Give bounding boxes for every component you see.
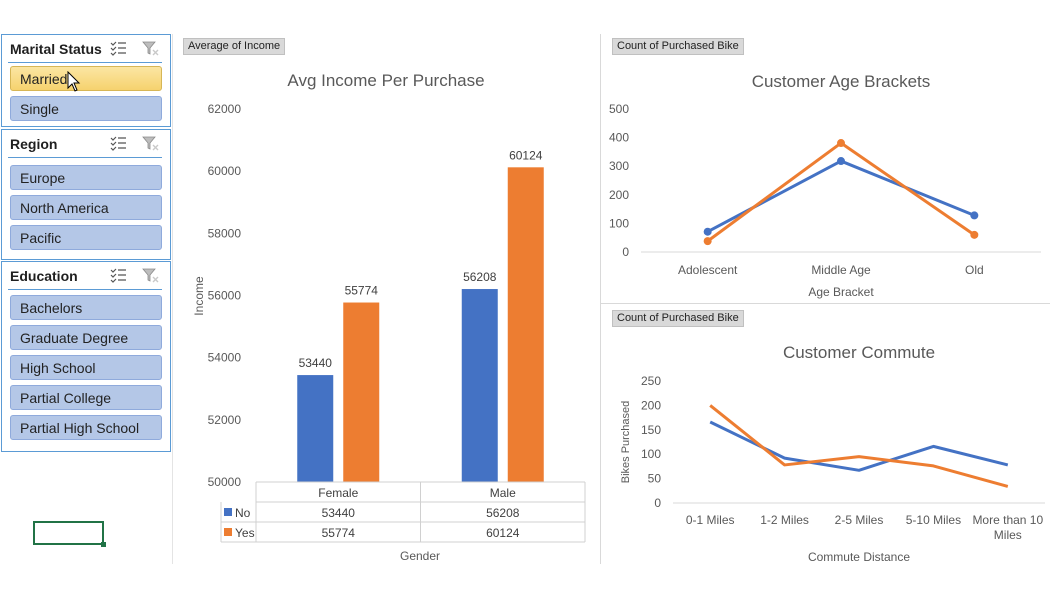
y-tick-label: 0 xyxy=(654,496,661,510)
legend-key xyxy=(224,528,232,536)
series-line-no xyxy=(706,159,975,234)
table-cell: 55774 xyxy=(322,526,356,540)
slicer-header: Education xyxy=(2,262,170,288)
legend-label: No xyxy=(235,506,251,520)
slicer-header: Region xyxy=(2,130,170,156)
slicer-item-graduate-degree[interactable]: Graduate Degree xyxy=(10,325,162,350)
data-point xyxy=(703,227,712,236)
slicer-header: Marital Status xyxy=(2,35,170,61)
y-tick-label: 200 xyxy=(609,188,629,202)
category-label: Female xyxy=(318,486,358,500)
slicer-item-bachelors[interactable]: Bachelors xyxy=(10,295,162,320)
y-tick-label: 100 xyxy=(641,447,661,461)
bar xyxy=(507,167,544,483)
bar xyxy=(297,375,334,482)
category-label: 2-5 Miles xyxy=(835,513,884,527)
mouse-pointer-icon xyxy=(67,71,81,92)
data-point xyxy=(970,230,979,239)
slicer-item-pacific[interactable]: Pacific xyxy=(10,225,162,250)
slicer-divider xyxy=(8,62,162,63)
table-cell: 53440 xyxy=(322,506,356,520)
category-label: 5-10 Miles xyxy=(906,513,961,527)
slicer-item-high-school[interactable]: High School xyxy=(10,355,162,380)
slicer-divider xyxy=(8,157,162,158)
x-axis-title: Commute Distance xyxy=(808,550,910,564)
y-tick-label: 50 xyxy=(648,472,662,486)
slicer-item-partial-college[interactable]: Partial College xyxy=(10,385,162,410)
clear-filter-icon[interactable] xyxy=(142,135,160,151)
legend-label: Yes xyxy=(235,526,255,540)
x-axis-title: Gender xyxy=(400,549,440,563)
table-cell: 60124 xyxy=(486,526,520,540)
y-tick-label: 200 xyxy=(641,398,661,412)
data-label: 60124 xyxy=(509,148,543,162)
y-tick-label: 56000 xyxy=(208,289,242,303)
clear-filter-icon[interactable] xyxy=(142,267,160,283)
data-label: 55774 xyxy=(345,284,379,298)
bar xyxy=(461,289,498,482)
y-axis-title: Income xyxy=(192,276,206,316)
y-tick-label: 60000 xyxy=(208,164,242,178)
slicer-item-single[interactable]: Single xyxy=(10,96,162,121)
series-line-yes xyxy=(709,404,1009,488)
category-label: Old xyxy=(965,263,984,277)
data-label: 56208 xyxy=(463,270,497,284)
slicer-education: Education Bachelors Graduate Degree High… xyxy=(1,261,171,452)
chart-title: Avg Income Per Purchase xyxy=(287,71,484,90)
y-tick-label: 58000 xyxy=(208,226,242,240)
chart-title: Customer Age Brackets xyxy=(752,72,931,91)
y-tick-label: 0 xyxy=(622,245,629,259)
slicer-title: Region xyxy=(10,136,58,152)
category-label: Middle Age xyxy=(811,263,871,277)
slicer-item-married[interactable]: Married xyxy=(10,66,162,91)
y-tick-label: 62000 xyxy=(208,102,242,116)
slicer-marital-status: Marital Status Married Single xyxy=(1,34,171,127)
y-tick-label: 50000 xyxy=(208,475,242,489)
chart-title: Customer Commute xyxy=(783,343,935,362)
slicer-title: Education xyxy=(10,268,78,284)
x-axis-title: Age Bracket xyxy=(808,285,874,299)
fill-handle[interactable] xyxy=(101,542,106,547)
data-point xyxy=(837,157,845,166)
legend-key xyxy=(224,508,232,516)
category-label: Male xyxy=(490,486,516,500)
y-axis-title: Bikes Purchased xyxy=(620,401,632,484)
y-tick-label: 500 xyxy=(609,102,629,116)
y-tick-label: 400 xyxy=(609,131,629,145)
category-label: More than 10 Miles xyxy=(972,513,1043,542)
multi-select-icon[interactable] xyxy=(109,267,127,283)
clear-filter-icon[interactable] xyxy=(142,40,160,56)
slicer-item-europe[interactable]: Europe xyxy=(10,165,162,190)
slicer-item-north-america[interactable]: North America xyxy=(10,195,162,220)
slicer-region: Region Europe North America Pacific xyxy=(1,129,171,260)
data-label: 53440 xyxy=(299,356,333,370)
slicer-title: Marital Status xyxy=(10,41,102,57)
data-point xyxy=(703,237,712,246)
commute-line-chart: Customer Commute 0 50 100 150 200 250 Bikes Pur… xyxy=(620,343,1045,564)
category-label: 1-2 Miles xyxy=(760,513,809,527)
bar xyxy=(343,302,380,482)
slicer-divider xyxy=(8,289,162,290)
y-tick-label: 300 xyxy=(609,159,629,173)
multi-select-icon[interactable] xyxy=(109,135,127,151)
category-label: Adolescent xyxy=(678,263,738,277)
data-point xyxy=(837,139,845,148)
income-bar-chart: Avg Income Per Purchase 50000 52000 54000 56… xyxy=(192,71,586,563)
slicer-item-partial-high-school[interactable]: Partial High School xyxy=(10,415,162,440)
age-bracket-line-chart: Customer Age Brackets 0 100 200 300 400 500 Ado… xyxy=(609,72,1041,299)
y-tick-label: 52000 xyxy=(208,413,242,427)
selected-cell[interactable] xyxy=(33,521,106,547)
multi-select-icon[interactable] xyxy=(109,40,127,56)
y-tick-label: 54000 xyxy=(208,351,242,365)
y-tick-label: 150 xyxy=(641,423,661,437)
table-cell: 56208 xyxy=(486,506,520,520)
series-line-no xyxy=(709,420,1009,472)
category-label: 0-1 Miles xyxy=(686,513,735,527)
data-point xyxy=(970,211,979,220)
y-tick-label: 100 xyxy=(609,216,629,230)
y-tick-label: 250 xyxy=(641,374,661,388)
